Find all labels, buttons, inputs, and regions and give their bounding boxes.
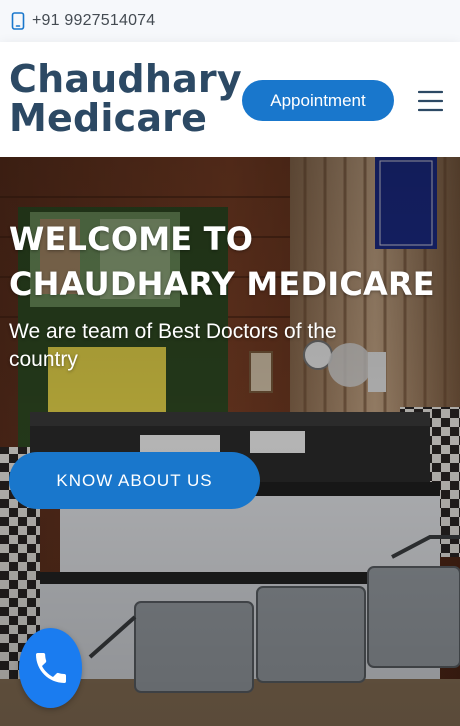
phone-icon	[11, 12, 25, 30]
floating-call-button[interactable]	[19, 628, 82, 708]
logo-line-2: Medicare	[9, 96, 208, 140]
know-about-us-button[interactable]: KNOW ABOUT US	[9, 452, 260, 509]
top-contact-bar: +91 9927514074	[0, 0, 460, 42]
phone-call-icon	[35, 653, 66, 683]
hero-title-line-1: WELCOME TO	[9, 220, 254, 258]
hero-title-line-2: CHAUDHARY MEDICARE	[9, 265, 435, 303]
logo-line-1: Chaudhary	[9, 57, 242, 101]
hero-title: WELCOME TO CHAUDHARY MEDICARE	[9, 217, 449, 307]
site-header: Chaudhary Medicare Appointment	[0, 42, 460, 157]
hero-subtitle: We are team of Best Doctors of the count…	[9, 320, 337, 371]
appointment-button[interactable]: Appointment	[242, 80, 394, 121]
hamburger-menu-icon[interactable]	[418, 90, 443, 112]
contact-phone-number[interactable]: +91 9927514074	[32, 12, 155, 30]
site-logo[interactable]: Chaudhary Medicare	[9, 57, 242, 140]
